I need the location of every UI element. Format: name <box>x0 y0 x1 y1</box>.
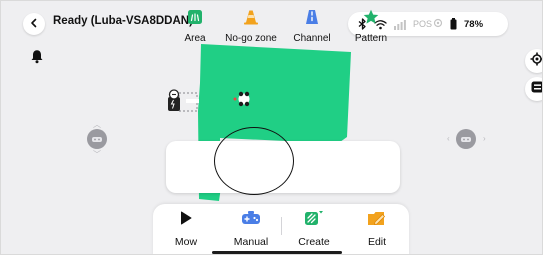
create-no-go-zone-option[interactable]: No-go zone <box>216 1 286 53</box>
locate-button[interactable] <box>525 49 542 73</box>
edit-folder-icon <box>367 208 387 228</box>
bell-icon <box>30 49 44 69</box>
home-indicator <box>212 251 342 254</box>
create-channel-label: Channel <box>293 33 331 44</box>
create-pattern-label: Pattern <box>354 33 388 44</box>
create-channel-option[interactable]: Channel <box>282 1 342 53</box>
create-label: Create <box>298 236 330 248</box>
star-pattern-icon <box>363 8 379 26</box>
battery-percentage: 78% <box>464 18 484 30</box>
mow-label: Mow <box>174 236 198 248</box>
manual-button[interactable]: Manual <box>221 206 281 248</box>
grass-area-icon <box>188 8 202 26</box>
create-zone-icon <box>304 208 324 228</box>
chevron-up-icon: ︿ <box>93 120 101 129</box>
pos-indicator: POS <box>413 18 443 30</box>
chevron-left-icon: ‹ <box>447 134 450 143</box>
satellite-icon <box>433 18 443 30</box>
list-icon <box>531 80 542 98</box>
crosshair-icon <box>530 52 542 71</box>
gamepad-icon <box>241 208 261 228</box>
joystick-left-icon[interactable] <box>87 129 107 149</box>
edit-label: Edit <box>367 236 387 248</box>
create-pattern-option[interactable]: Pattern <box>341 1 401 53</box>
edit-button[interactable]: Edit <box>347 206 407 248</box>
chevron-down-icon: ﹀ <box>93 150 101 159</box>
pos-label: POS <box>413 19 433 29</box>
create-button[interactable]: Create <box>284 206 344 248</box>
chevron-right-icon: › <box>483 134 486 143</box>
road-channel-icon <box>305 8 319 26</box>
play-icon <box>180 208 192 228</box>
notification-button[interactable] <box>25 47 49 71</box>
mower-icon[interactable] <box>232 89 256 109</box>
create-area-label: Area <box>184 33 206 44</box>
back-button[interactable] <box>23 13 45 35</box>
traffic-cone-icon <box>243 8 259 26</box>
charging-station-icon[interactable] <box>165 89 199 115</box>
joystick-right-icon[interactable] <box>456 129 476 149</box>
manual-label: Manual <box>233 236 269 248</box>
app-screen: Ready (Luba-VSA8DDAN) POS 78% ︿ ﹀ ‹ › Ar… <box>0 0 543 255</box>
mow-button[interactable]: Mow <box>156 206 216 248</box>
task-list-button[interactable] <box>525 77 542 101</box>
highlight-circle <box>214 127 294 195</box>
battery-icon <box>450 18 457 30</box>
create-no-go-zone-label: No-go zone <box>225 33 277 44</box>
chevron-left-icon <box>29 15 39 33</box>
bottom-bar-divider <box>281 217 282 235</box>
